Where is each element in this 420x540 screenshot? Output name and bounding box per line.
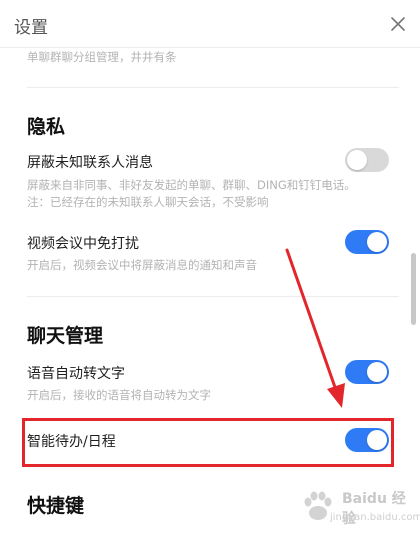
block-strangers-desc: 屏蔽来自非同事、非好友发起的单聊、群聊、DING和钉钉电话。注：已经存在的未知联… bbox=[27, 178, 356, 209]
voice-to-text-desc: 开启后，接收的语音将自动转为文字 bbox=[27, 388, 211, 402]
window-title: 设置 bbox=[14, 18, 48, 38]
group-manage-desc: 单聊群聊分组管理，井井有条 bbox=[27, 50, 177, 64]
divider bbox=[27, 87, 399, 88]
scrollbar-thumb[interactable] bbox=[411, 253, 416, 325]
meeting-dnd-desc: 开启后，视频会议中将屏蔽消息的通知和声音 bbox=[27, 258, 257, 272]
toggle-knob bbox=[367, 232, 387, 252]
voice-to-text-toggle[interactable] bbox=[345, 360, 389, 384]
settings-header: 设置 bbox=[0, 0, 420, 48]
close-icon[interactable] bbox=[388, 14, 408, 34]
voice-to-text-label: 语音自动转文字 bbox=[27, 366, 125, 382]
block-strangers-label: 屏蔽未知联系人消息 bbox=[27, 155, 153, 171]
section-privacy-heading: 隐私 bbox=[27, 116, 66, 138]
watermark-url: jingyan.baidu.com bbox=[330, 512, 420, 523]
toggle-knob bbox=[347, 150, 367, 170]
section-shortcuts-heading: 快捷键 bbox=[27, 495, 85, 517]
divider bbox=[27, 296, 399, 297]
meeting-dnd-toggle[interactable] bbox=[345, 230, 389, 254]
block-strangers-toggle[interactable] bbox=[345, 148, 389, 172]
annotation-highlight-box bbox=[22, 418, 394, 467]
section-chat-heading: 聊天管理 bbox=[27, 325, 104, 347]
meeting-dnd-label: 视频会议中免打扰 bbox=[27, 236, 139, 252]
baidu-watermark: Baidu 经验 jingyan.baidu.com bbox=[298, 486, 420, 530]
toggle-knob bbox=[367, 362, 387, 382]
